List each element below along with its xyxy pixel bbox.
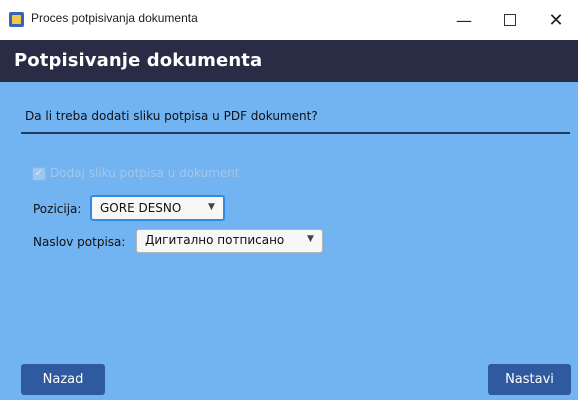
position-select[interactable]: GORE DESNO ▼	[90, 195, 225, 221]
close-button[interactable]: ✕	[533, 0, 578, 40]
signature-title-select-value: Дигитално потписано	[145, 233, 285, 247]
add-signature-checkbox-label: Dodaj sliku potpisa u dokument	[50, 166, 240, 180]
window-title: Proces potpisivanja dokumenta	[31, 11, 198, 25]
page-title: Potpisivanje dokumenta	[14, 50, 263, 71]
signature-title-select[interactable]: Дигитално потписано ▼	[136, 229, 323, 253]
position-label: Pozicija:	[33, 202, 82, 216]
next-button[interactable]: Nastavi	[488, 364, 571, 395]
maximize-button[interactable]	[487, 0, 533, 40]
chevron-down-icon: ▼	[307, 234, 314, 244]
add-signature-checkbox[interactable]: ✓	[32, 167, 46, 181]
minimize-icon: —	[456, 10, 472, 30]
divider	[21, 132, 570, 134]
app-icon	[9, 12, 24, 27]
close-icon: ✕	[548, 9, 564, 31]
content-panel: Da li treba dodati sliku potpisa u PDF d…	[0, 82, 578, 400]
position-select-value: GORE DESNO	[100, 201, 182, 215]
chevron-down-icon: ▼	[208, 202, 215, 212]
page-header: Potpisivanje dokumenta	[0, 40, 578, 82]
signature-title-label: Naslov potpisa:	[33, 235, 126, 249]
question-text: Da li treba dodati sliku potpisa u PDF d…	[25, 109, 318, 123]
checkmark-icon: ✓	[34, 168, 44, 179]
minimize-button[interactable]: —	[441, 0, 487, 40]
maximize-icon	[504, 14, 516, 26]
window-title-bar: Proces potpisivanja dokumenta — ✕	[0, 0, 578, 40]
back-button[interactable]: Nazad	[21, 364, 105, 395]
